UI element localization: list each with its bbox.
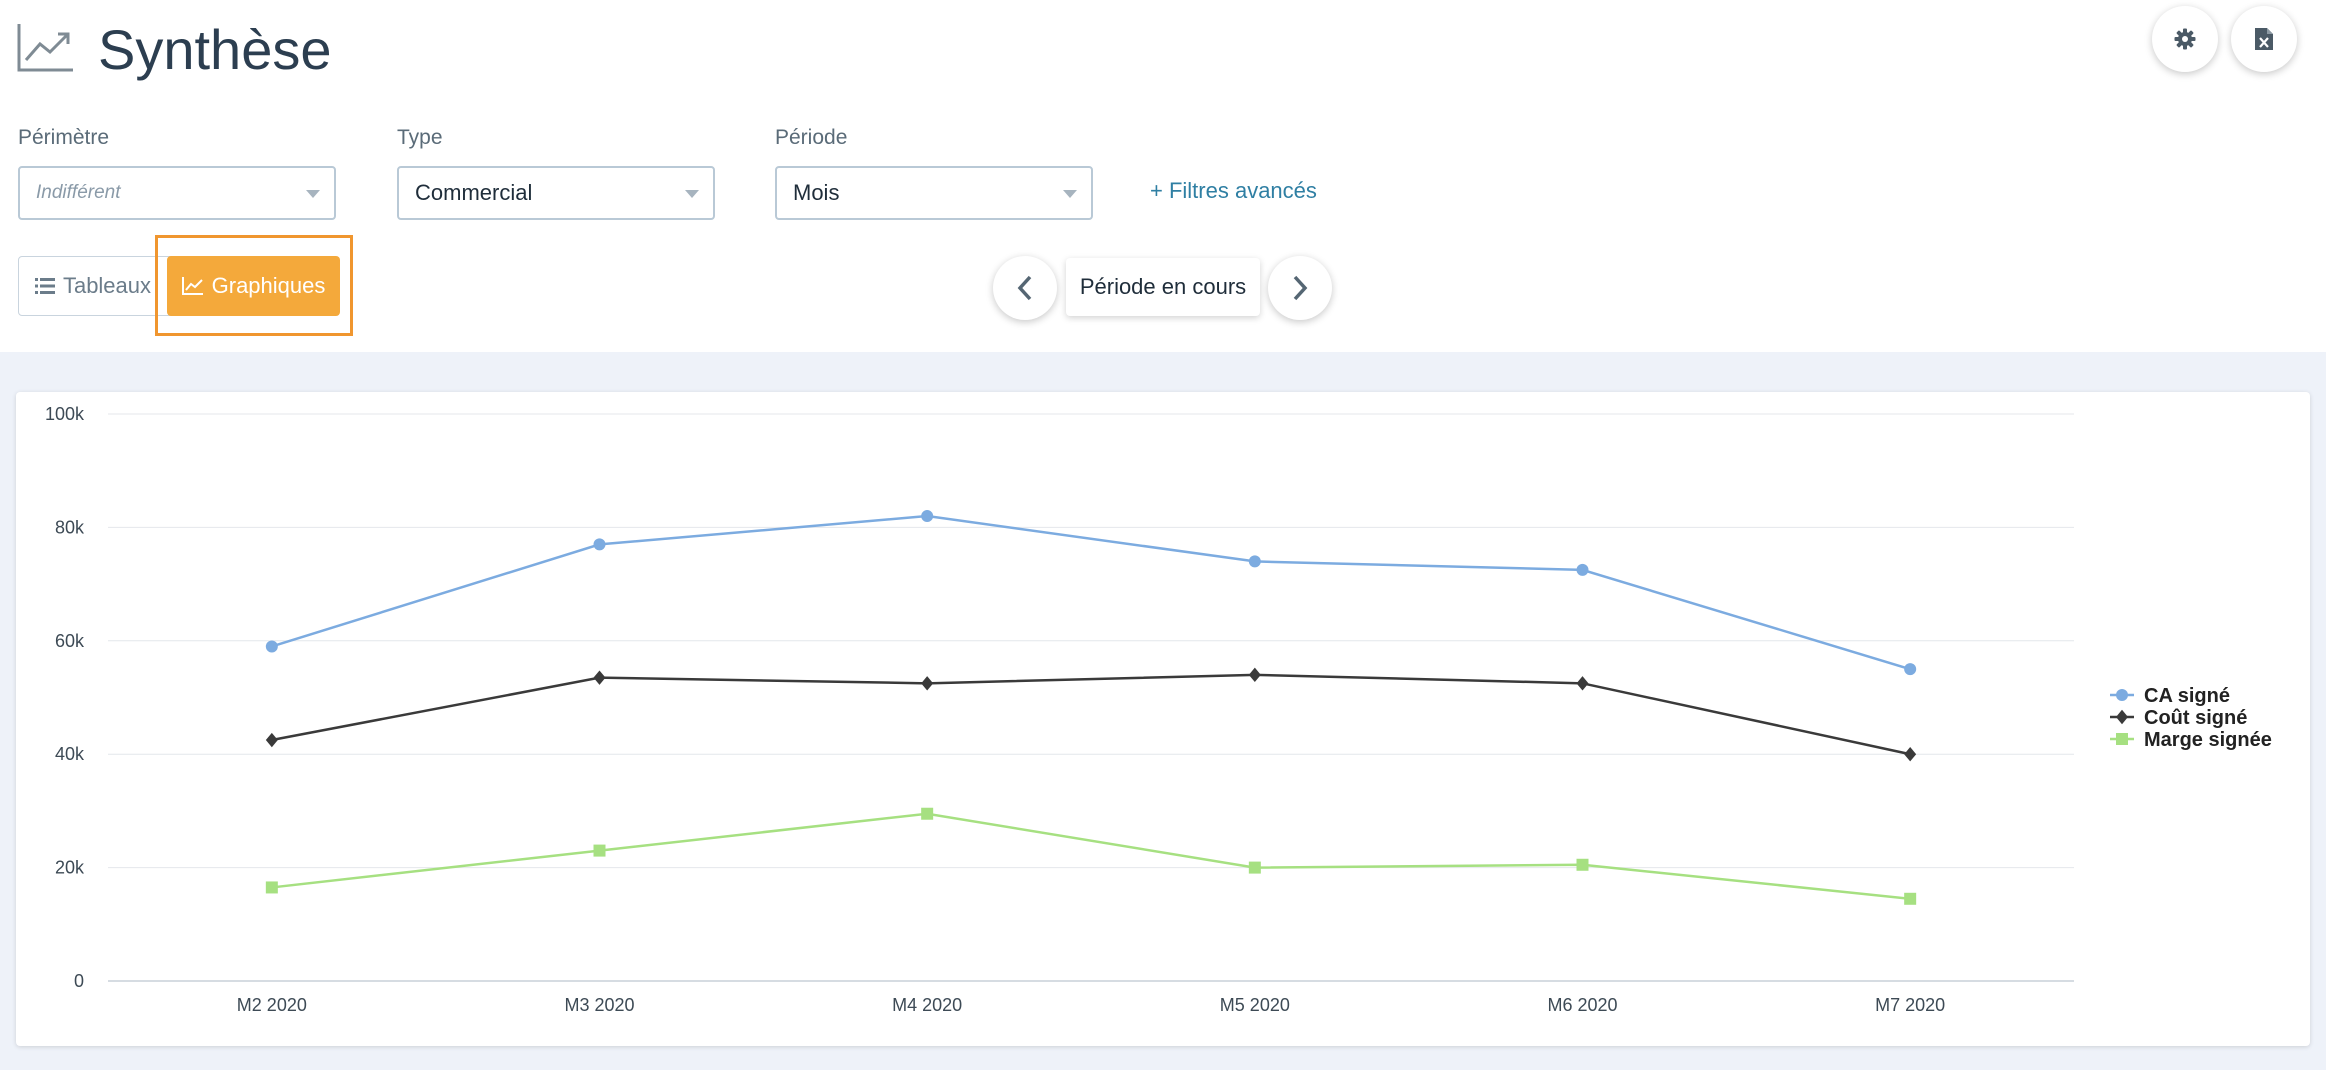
periode-value: Mois xyxy=(793,180,840,205)
page-header: Synthèse Périmètre Indifférent Type Comm… xyxy=(0,0,2326,352)
data-point xyxy=(921,510,934,523)
chevron-left-icon xyxy=(1017,275,1032,301)
perimetre-placeholder: Indifférent xyxy=(36,182,121,203)
data-point xyxy=(265,732,278,748)
legend-marker xyxy=(2116,733,2128,745)
x-tick-label: M5 2020 xyxy=(1220,995,1290,1015)
data-point xyxy=(593,670,606,685)
tab-tables-label: Tableaux xyxy=(62,272,152,298)
data-point xyxy=(1248,555,1261,568)
periode-select[interactable]: Mois xyxy=(775,166,1093,220)
excel-file-icon xyxy=(2255,28,2273,50)
legend-marker xyxy=(2116,709,2128,725)
chevron-right-icon xyxy=(1293,275,1308,301)
legend-label: CA signé xyxy=(2144,685,2230,707)
data-point xyxy=(921,807,934,820)
perimetre-label: Périmètre xyxy=(18,126,110,149)
y-tick-label: 0 xyxy=(74,971,84,991)
data-point xyxy=(265,640,278,653)
y-tick-label: 20k xyxy=(55,858,85,878)
data-point xyxy=(1576,858,1589,871)
data-point xyxy=(1904,663,1917,676)
data-point xyxy=(593,844,606,857)
y-tick-label: 40k xyxy=(55,744,85,764)
caret-down-icon xyxy=(685,190,699,198)
export-excel-button[interactable] xyxy=(2231,6,2297,72)
data-point xyxy=(1248,861,1261,874)
data-point xyxy=(1904,892,1917,905)
x-tick-label: M3 2020 xyxy=(564,995,634,1015)
advanced-filters-link[interactable]: + Filtres avancés xyxy=(1150,178,1317,204)
y-tick-label: 100k xyxy=(45,404,85,424)
series-line xyxy=(271,812,1911,901)
legend-marker xyxy=(2116,689,2128,701)
line-chart: 0 20k 40k 60k 80k 100k M2 2020 M3 2020 M4 2020 M5… xyxy=(45,404,2272,1015)
data-point xyxy=(265,881,278,894)
previous-period-button[interactable] xyxy=(993,256,1057,320)
type-value: Commercial xyxy=(415,180,533,205)
list-icon xyxy=(34,277,55,294)
data-point xyxy=(921,676,934,691)
legend-label: Coût signé xyxy=(2144,707,2247,729)
chart-card: 0 20k 40k 60k 80k 100k M2 2020 M3 2020 M4 2020 M5… xyxy=(16,392,2310,1046)
x-tick-label: M7 2020 xyxy=(1875,995,1945,1015)
caret-down-icon xyxy=(306,190,320,198)
x-tick-label: M4 2020 xyxy=(892,995,962,1015)
trend-chart-icon xyxy=(17,24,73,72)
settings-button[interactable] xyxy=(2152,6,2218,72)
data-point xyxy=(1248,667,1261,683)
data-point xyxy=(1576,676,1589,691)
next-period-button[interactable] xyxy=(1268,256,1332,320)
data-point xyxy=(1904,747,1917,762)
x-tick-label: M6 2020 xyxy=(1547,995,1617,1015)
perimetre-select[interactable]: Indifférent xyxy=(18,166,336,220)
type-label: Type xyxy=(397,126,443,149)
highlight-box xyxy=(155,235,353,336)
data-point xyxy=(1576,563,1589,576)
gear-icon xyxy=(2174,28,2196,50)
type-select[interactable]: Commercial xyxy=(397,166,715,220)
data-point xyxy=(593,538,606,551)
caret-down-icon xyxy=(1063,190,1077,198)
legend-label: Marge signée xyxy=(2144,729,2272,751)
periode-label: Période xyxy=(775,126,848,149)
y-tick-label: 80k xyxy=(55,517,85,537)
page-title: Synthèse xyxy=(98,18,332,81)
x-tick-label: M2 2020 xyxy=(237,995,307,1015)
current-period-button[interactable]: Période en cours xyxy=(1066,258,1260,316)
y-tick-label: 60k xyxy=(55,631,85,651)
series-line xyxy=(271,514,1911,671)
series-line xyxy=(271,673,1911,756)
tab-tables[interactable]: Tableaux xyxy=(19,257,167,314)
